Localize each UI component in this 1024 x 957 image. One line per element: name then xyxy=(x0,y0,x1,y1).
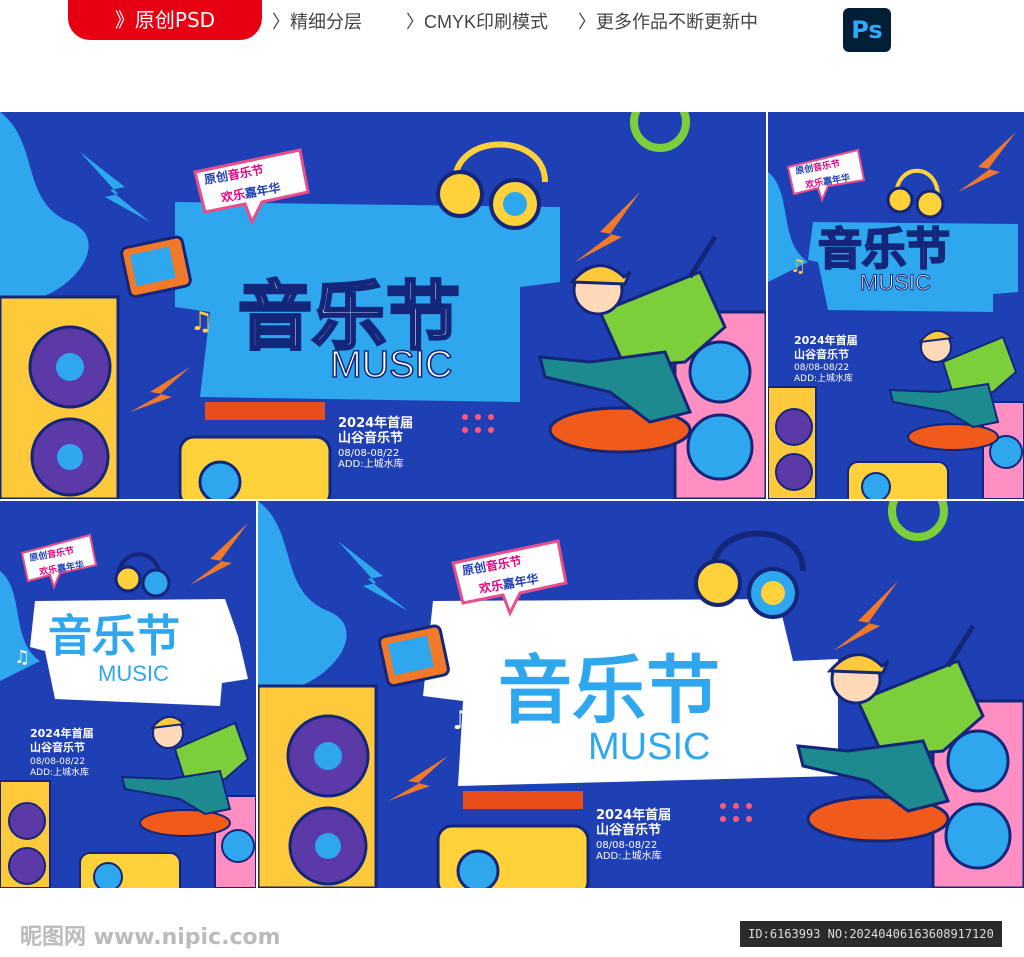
event-line2: 山谷音乐节 xyxy=(794,347,849,361)
poster-art: ♫ 原创音乐节 欢乐嘉年华 音乐节 MUSIC 2024年首届 山谷音乐节 08… xyxy=(258,501,1024,888)
event-address: ADD:上城水库 xyxy=(596,849,662,862)
music-note-icon: ♫ xyxy=(450,706,473,736)
lightning-icon xyxy=(833,581,898,651)
tv-icon xyxy=(120,235,192,299)
nipic-watermark: 昵图网 www.nipic.com xyxy=(20,925,281,950)
lightning-icon xyxy=(338,541,408,611)
green-ring xyxy=(888,501,948,541)
event-date: 08/08-08/22 xyxy=(338,448,399,459)
original-psd-badge: 》原创PSD xyxy=(68,0,262,40)
title-en: MUSIC xyxy=(860,270,931,295)
feature-cmyk: 〉CMYK印刷模式 xyxy=(406,12,549,32)
headphones-icon xyxy=(114,552,171,598)
event-line2: 山谷音乐节 xyxy=(338,430,403,446)
photoshop-logo-icon: Ps xyxy=(843,8,891,52)
speaker-icon xyxy=(768,386,817,499)
title-cn: 音乐节 xyxy=(48,612,180,661)
lightning-icon xyxy=(130,367,190,412)
speaker-icon xyxy=(0,780,51,888)
event-date: 08/08-08/22 xyxy=(30,757,85,767)
poster-tall-left: 原创音乐节 欢乐嘉年华 音乐节 MUSIC ♫ 2024年首届 山谷音乐节 08… xyxy=(0,501,256,888)
feature-layers: 〉精细分层 xyxy=(272,12,362,32)
speech-bubble: 原创音乐节 欢乐嘉年华 xyxy=(20,533,98,590)
event-line2: 山谷音乐节 xyxy=(30,740,85,754)
poster-art: 原创音乐节 欢乐嘉年华 音乐节 MUSIC ♫ 2024年首届 山谷音乐节 08… xyxy=(0,523,256,888)
event-address: ADD:上城水库 xyxy=(30,766,89,778)
speaker-icon xyxy=(0,295,120,499)
tv-icon xyxy=(378,624,450,688)
title-plate-shadow xyxy=(463,791,583,809)
speaker-icon xyxy=(258,684,378,888)
title-en: MUSIC xyxy=(98,661,169,686)
poster-art: 原创音乐节 欢乐嘉年华 音乐节 MUSIC ♫ 2024年首届 山谷音乐节 08… xyxy=(768,132,1024,499)
boombox-icon xyxy=(178,435,332,499)
event-address: ADD:上城水库 xyxy=(794,372,853,384)
event-date: 08/08-08/22 xyxy=(794,363,849,373)
wave-shape xyxy=(258,501,347,692)
music-note-icon: ♫ xyxy=(14,647,30,668)
lightning-icon xyxy=(575,192,640,262)
dot-grid xyxy=(462,414,494,433)
music-note-icon: ♫ xyxy=(190,307,213,337)
wave-shape xyxy=(0,112,89,303)
lightning-icon xyxy=(388,756,448,801)
event-address: ADD:上城水库 xyxy=(338,457,404,470)
boombox-icon xyxy=(79,852,181,888)
top-bar: 》原创PSD 〉精细分层 〉CMYK印刷模式 〉更多作品不断更新中 Ps xyxy=(0,0,1024,60)
headphones-icon xyxy=(886,168,945,219)
event-line1: 2024年首届 xyxy=(338,415,413,431)
dot-grid xyxy=(720,803,752,822)
poster-art: ♫ 原创音乐节 欢乐嘉年华 音乐节 MUSIC 2024年首届 山谷音乐节 08… xyxy=(0,112,766,499)
boombox-icon xyxy=(847,461,949,499)
title-en: MUSIC xyxy=(330,344,452,386)
title-cn: 音乐节 xyxy=(498,649,720,732)
event-date: 08/08-08/22 xyxy=(596,840,657,851)
title-en: MUSIC xyxy=(588,726,710,768)
lightning-icon xyxy=(190,523,248,585)
footer-bar: 昵图网 www.nipic.com ID:6163993 NO:20240406… xyxy=(0,905,1024,957)
music-note-icon: ♫ xyxy=(790,256,806,277)
event-line1: 2024年首届 xyxy=(30,726,94,740)
feature-updates: 〉更多作品不断更新中 xyxy=(578,12,758,32)
green-ring xyxy=(630,112,690,152)
boombox-icon xyxy=(436,824,590,888)
speech-bubble: 原创音乐节 欢乐嘉年华 xyxy=(786,148,866,203)
lightning-icon xyxy=(958,132,1016,192)
poster-wide-bottom: ♫ 原创音乐节 欢乐嘉年华 音乐节 MUSIC 2024年首届 山谷音乐节 08… xyxy=(258,501,1024,888)
image-id-label: ID:6163993 NO:20240406163608917120 xyxy=(740,921,1002,947)
event-line2: 山谷音乐节 xyxy=(596,822,661,838)
title-plate-shadow xyxy=(205,402,325,420)
poster-tall-right: 原创音乐节 欢乐嘉年华 音乐节 MUSIC ♫ 2024年首届 山谷音乐节 08… xyxy=(768,112,1024,499)
event-line1: 2024年首届 xyxy=(596,807,671,823)
event-line1: 2024年首届 xyxy=(794,333,858,347)
poster-wide-top: ♫ 原创音乐节 欢乐嘉年华 音乐节 MUSIC 2024年首届 山谷音乐节 08… xyxy=(0,112,766,499)
title-cn: 音乐节 xyxy=(818,225,950,274)
lightning-icon xyxy=(80,152,150,222)
